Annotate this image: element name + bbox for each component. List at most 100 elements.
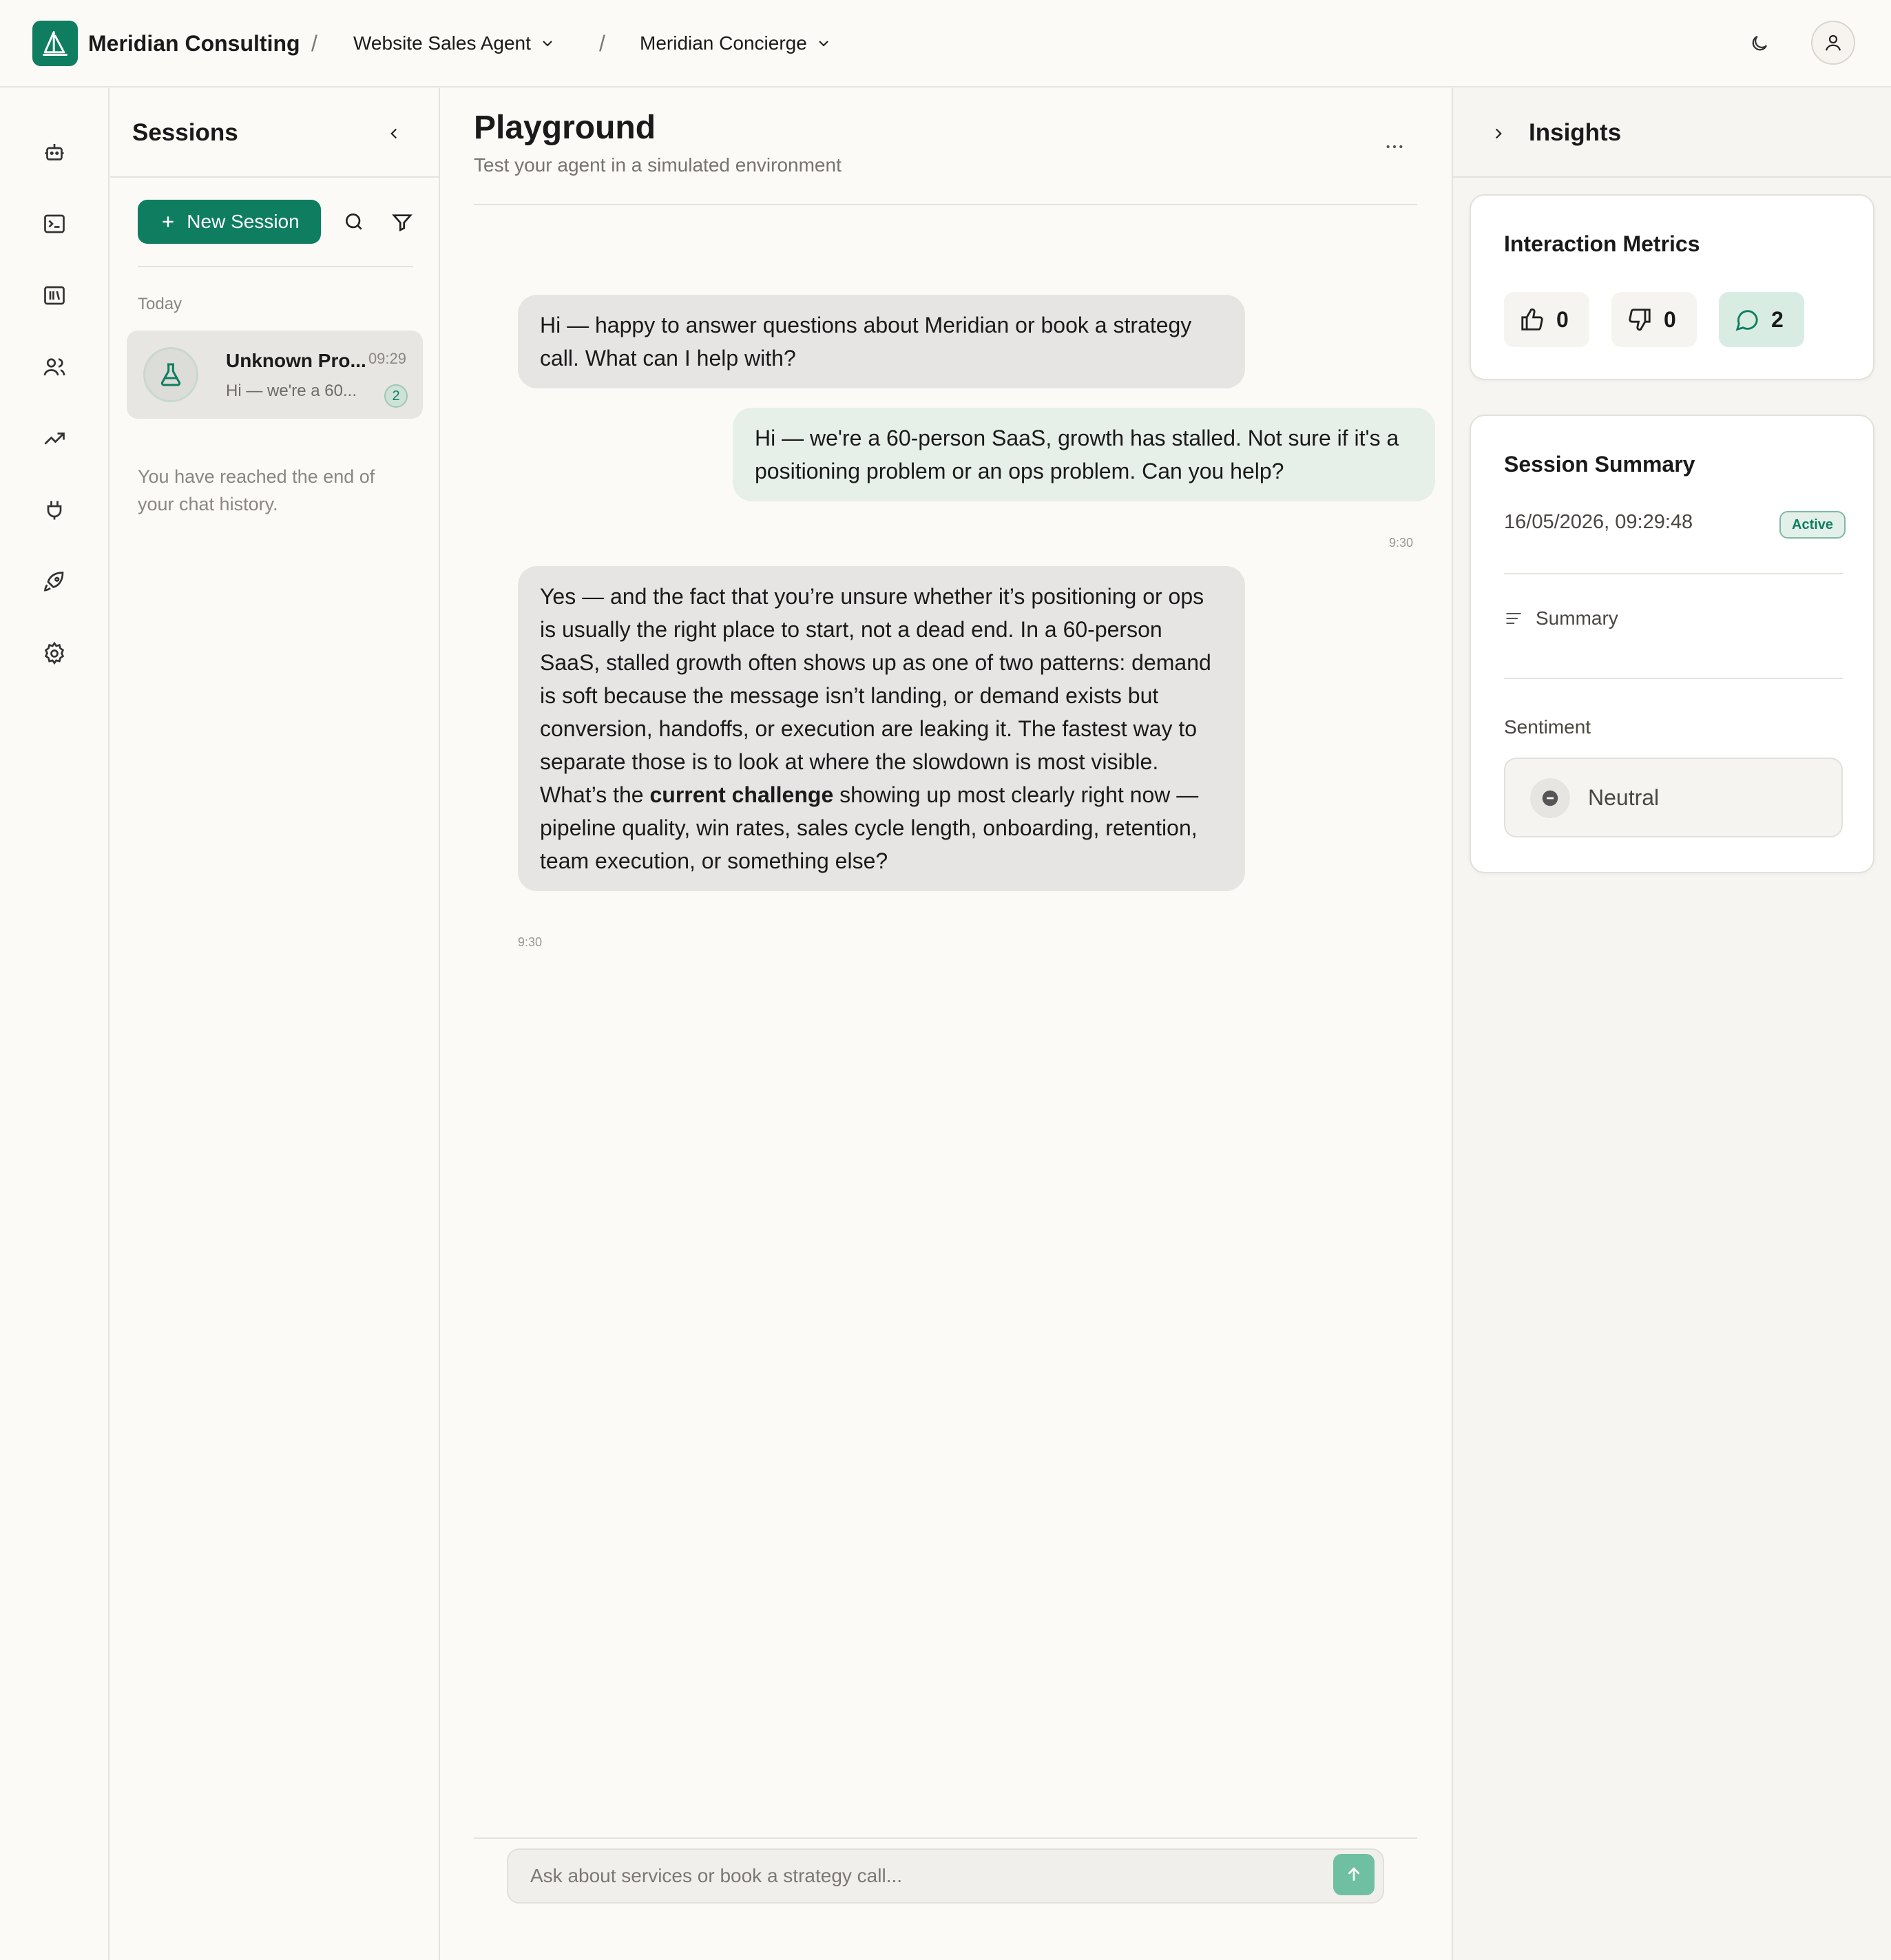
robot-icon	[45, 144, 64, 160]
session-date: 16/05/2026, 09:29:48	[1504, 511, 1693, 533]
nav-rail	[0, 88, 109, 1960]
message-emphasis: current challenge	[649, 782, 834, 807]
breadcrumb-separator: /	[599, 31, 605, 56]
sentiment-value: Neutral	[1588, 785, 1660, 810]
nav-users[interactable]	[33, 346, 76, 388]
filter-icon	[392, 214, 412, 232]
session-summary-title: Session Summary	[1504, 452, 1695, 477]
theme-toggle-button[interactable]	[1742, 26, 1777, 61]
filter-sessions-button[interactable]	[386, 205, 419, 238]
divider	[110, 176, 440, 178]
more-options-button[interactable]	[1377, 129, 1412, 164]
sessions-panel: Sessions New Session Today Unknown Pro..…	[110, 88, 440, 1960]
terminal-icon	[44, 214, 65, 233]
divider	[1504, 678, 1843, 679]
settings-icon	[44, 641, 65, 665]
neutral-icon	[1530, 778, 1570, 818]
text-lines-icon	[1506, 612, 1521, 625]
divider	[474, 1837, 1417, 1839]
status-badge: Active	[1779, 511, 1846, 539]
arrow-up-icon	[1348, 1867, 1360, 1881]
summary-toggle[interactable]: Summary	[1504, 607, 1618, 629]
sentiment-indicator: Neutral	[1504, 758, 1843, 837]
user-avatar[interactable]	[1811, 21, 1855, 65]
chevron-right-icon	[1495, 128, 1502, 139]
collapse-insights-button[interactable]	[1483, 118, 1514, 149]
thumbs-up-icon	[1521, 308, 1543, 331]
user-icon	[1825, 34, 1841, 51]
flask-icon	[160, 363, 181, 386]
session-group-label: Today	[138, 295, 182, 313]
messages-metric[interactable]: 2	[1719, 292, 1804, 347]
nav-agents[interactable]	[33, 131, 76, 174]
interaction-metrics-card: Interaction Metrics 0 0 2	[1470, 194, 1874, 380]
page-subtitle: Test your agent in a simulated environme…	[474, 154, 842, 176]
search-icon	[345, 213, 362, 230]
thumbs-up-count: 0	[1556, 306, 1569, 332]
metrics-title: Interaction Metrics	[1504, 231, 1700, 256]
trending-icon	[44, 432, 65, 445]
thumbs-down-icon	[1629, 309, 1651, 331]
library-icon	[44, 286, 65, 305]
insights-title: Insights	[1529, 119, 1622, 146]
message-text: Hi — we're a 60-person SaaS, growth has …	[755, 426, 1399, 483]
persona-selector[interactable]: Meridian Concierge	[640, 29, 832, 58]
users-icon	[43, 358, 65, 376]
thumbs-down-metric[interactable]: 0	[1611, 292, 1697, 347]
session-time: 09:29	[368, 350, 406, 367]
nav-integrations[interactable]	[33, 489, 76, 532]
top-bar: Meridian Consulting / Website Sales Agen…	[0, 0, 1891, 87]
session-preview: Hi — we're a 60...	[226, 382, 357, 400]
plus-icon	[163, 216, 174, 227]
sentiment-label: Sentiment	[1504, 716, 1591, 738]
agent-message: Yes — and the fact that you’re unsure wh…	[518, 566, 1245, 891]
plug-icon	[47, 501, 62, 520]
thumbs-up-metric[interactable]: 0	[1504, 292, 1589, 347]
divider	[1504, 573, 1843, 574]
session-item[interactable]: Unknown Pro... 09:29 Hi — we're a 60... …	[127, 331, 423, 419]
user-message: Hi — we're a 60-person SaaS, growth has …	[733, 408, 1435, 501]
chevron-down-icon	[543, 41, 552, 47]
summary-label: Summary	[1536, 607, 1618, 629]
thumbs-down-count: 0	[1664, 306, 1676, 332]
divider	[138, 266, 413, 267]
agent-selector-label: Website Sales Agent	[353, 32, 531, 54]
messages-count: 2	[1771, 306, 1784, 332]
message-text-prefix: What’s the	[540, 782, 650, 807]
nav-settings[interactable]	[33, 632, 76, 675]
end-of-history-text: You have reached the end of your chat hi…	[138, 466, 375, 514]
page-title: Playground	[474, 110, 656, 146]
new-session-button[interactable]: New Session	[138, 200, 321, 244]
collapse-sessions-button[interactable]	[379, 118, 409, 149]
message-input[interactable]	[530, 1850, 1288, 1902]
search-sessions-button[interactable]	[337, 205, 370, 238]
nav-deploy[interactable]	[33, 561, 76, 603]
nav-analytics[interactable]	[33, 417, 76, 460]
breadcrumb-separator: /	[311, 31, 317, 56]
new-session-label: New Session	[187, 211, 300, 232]
message-timestamp: 9:30	[518, 935, 543, 949]
message-circle-icon	[1735, 310, 1758, 331]
chevron-down-icon	[819, 41, 828, 47]
org-name[interactable]: Meridian Consulting	[88, 28, 300, 59]
message-text-2: What’s the current challenge showing up …	[540, 778, 1223, 877]
message-text: Hi — happy to answer questions about Mer…	[540, 313, 1192, 371]
session-summary-card: Session Summary 16/05/2026, 09:29:48 Act…	[1470, 415, 1874, 873]
divider	[1452, 176, 1891, 178]
message-text: Yes — and the fact that you’re unsure wh…	[540, 584, 1211, 774]
session-name: Unknown Pro...	[226, 350, 366, 371]
nav-library[interactable]	[33, 274, 76, 317]
org-logo[interactable]	[32, 21, 78, 66]
agent-selector[interactable]: Website Sales Agent	[353, 29, 556, 58]
session-avatar	[143, 347, 198, 402]
agent-message: Hi — happy to answer questions about Mer…	[518, 295, 1245, 388]
nav-playground[interactable]	[33, 202, 76, 245]
message-count-badge: 2	[384, 384, 408, 408]
divider	[474, 204, 1417, 205]
send-button[interactable]	[1333, 1854, 1375, 1895]
playground-main: Playground Test your agent in a simulate…	[441, 88, 1450, 1960]
moon-icon	[1752, 35, 1768, 51]
rocket-icon	[43, 572, 64, 592]
message-timestamp: 9:30	[1388, 536, 1413, 550]
insights-panel: Insights Interaction Metrics 0 0 2 Sessi…	[1452, 88, 1891, 1960]
